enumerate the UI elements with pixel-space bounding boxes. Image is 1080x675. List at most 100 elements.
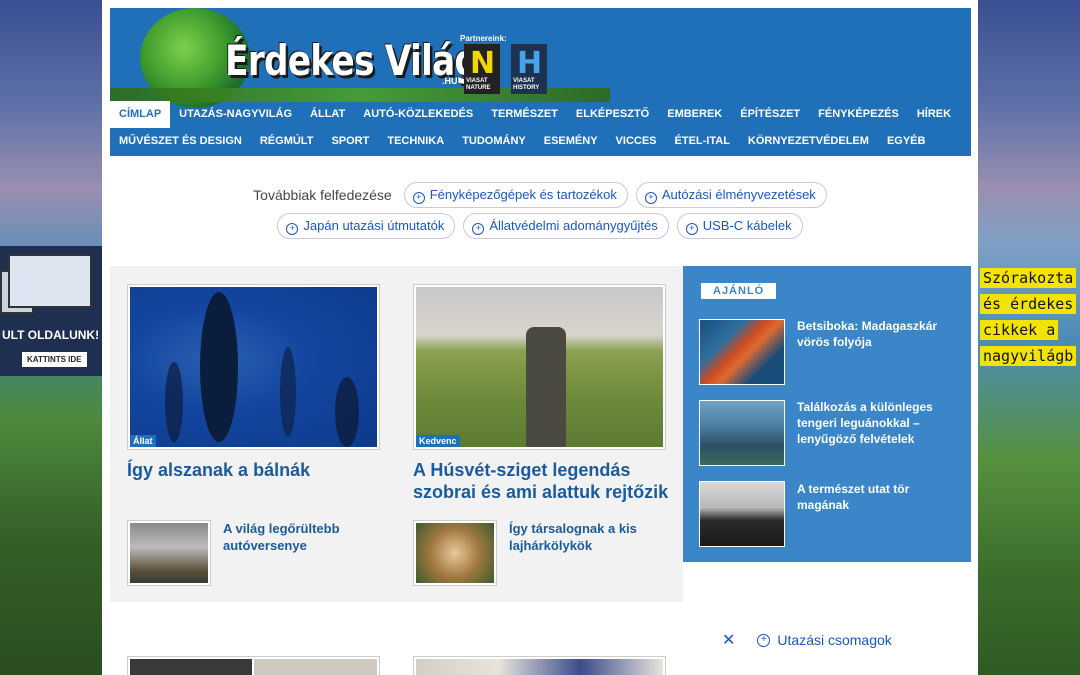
nav-item-sport[interactable]: SPORT: [322, 128, 378, 155]
partner-letter: H: [517, 46, 543, 81]
plus-circle-icon: +: [685, 223, 698, 235]
explore-suggestions: Továbbiak felfedezése + Fényképezőgépek é…: [102, 182, 978, 244]
main-navigation: CÍMLAP UTAZÁS-NAGYVILÁG ÁLLAT AUTÓ-KÖZLE…: [110, 101, 971, 156]
nav-item-esemeny[interactable]: ESEMÉNY: [535, 128, 607, 155]
left-ad-banner[interactable]: ULT OLDALUNK! KATTINTS IDE: [0, 246, 102, 376]
plus-circle-icon: +: [286, 223, 299, 235]
nav-item-allat[interactable]: ÁLLAT: [301, 101, 354, 128]
nav-item-epiteszet[interactable]: ÉPÍTÉSZET: [731, 101, 809, 128]
chip-label: Állatvédelmi adománygyűjtés: [489, 218, 658, 233]
nav-item-vicces[interactable]: VICCES: [607, 128, 666, 155]
nav-item-fenykepezes[interactable]: FÉNYKÉPEZÉS: [809, 101, 908, 128]
moai-statue-shape: [526, 327, 566, 447]
right-ad-line: cikkek a: [980, 320, 1059, 340]
article-title[interactable]: Így alszanak a bálnák: [127, 459, 387, 481]
article-title-small[interactable]: Így társalognak a kis lajhárkölykök: [509, 520, 669, 554]
right-ad-line: és érdekes: [980, 294, 1077, 314]
partner-label: VIASAT HISTORY: [513, 78, 540, 91]
nav-item-muveszet[interactable]: MŰVÉSZET ÉS DESIGN: [110, 128, 251, 155]
left-ad-button[interactable]: KATTINTS IDE: [22, 352, 87, 367]
sidebar-heading: AJÁNLÓ: [701, 283, 777, 299]
nav-item-utazas[interactable]: UTAZÁS-NAGYVILÁG: [170, 101, 301, 128]
plus-circle-icon: +: [412, 192, 425, 204]
nav-row-2: MŰVÉSZET ÉS DESIGN RÉGMÚLT SPORT TECHNIK…: [110, 128, 971, 155]
explore-label: Továbbiak felfedezése: [253, 187, 392, 203]
explore-chip[interactable]: + USB-C kábelek: [676, 213, 803, 239]
recommended-sidebar: AJÁNLÓ Betsiboka: Madagaszkár vörös foly…: [683, 266, 971, 562]
left-ad-text: ULT OLDALUNK!: [2, 328, 100, 342]
left-background-ad[interactable]: ULT OLDALUNK! KATTINTS IDE: [0, 0, 102, 675]
site-header: Érdekes Világ .HU Partnereink: N VIASAT …: [110, 8, 971, 156]
right-ad-line: Szórakozta: [980, 268, 1077, 288]
race-image: [130, 523, 208, 583]
article-card-easter-island[interactable]: Kedvenc: [413, 284, 666, 450]
site-logo[interactable]: Érdekes Világ .HU Partnereink: N VIASAT …: [110, 8, 610, 108]
category-tag[interactable]: Kedvenc: [416, 435, 460, 447]
sidebar-item-title[interactable]: Betsiboka: Madagaszkár vörös folyója: [797, 318, 957, 350]
nav-row-1: CÍMLAP UTAZÁS-NAGYVILÁG ÁLLAT AUTÓ-KÖZLE…: [110, 101, 971, 128]
nav-item-regmult[interactable]: RÉGMÚLT: [251, 128, 323, 155]
bottom-suggestion-bar: ✕ + Utazási csomagok: [722, 628, 972, 652]
whale-image: [130, 287, 377, 447]
sidebar-thumb-betsiboka[interactable]: [699, 319, 785, 385]
explore-chip[interactable]: + Fényképezőgépek és tartozékok: [403, 182, 628, 208]
logo-suffix: .HU: [442, 76, 458, 86]
article-title-small[interactable]: A világ legőrültebb autóversenye: [223, 520, 373, 554]
nav-item-emberek[interactable]: EMBEREK: [658, 101, 731, 128]
nav-item-auto[interactable]: AUTÓ-KÖZLEKEDÉS: [354, 101, 482, 128]
page: Érdekes Világ .HU Partnereink: N VIASAT …: [102, 0, 978, 675]
article-title[interactable]: A Húsvét-sziget legendás szobrai és ami …: [413, 459, 673, 503]
plus-circle-icon: +: [472, 223, 485, 235]
article-card-peek[interactable]: [413, 656, 666, 675]
explore-row-1: Továbbiak felfedezése + Fényképezőgépek é…: [102, 182, 978, 208]
nav-item-egyeb[interactable]: EGYÉB: [878, 128, 935, 155]
article-thumb-sloth[interactable]: [413, 520, 497, 586]
right-ad-line: nagyvilágb: [980, 346, 1077, 366]
nav-item-etel-ital[interactable]: ÉTEL-ITAL: [666, 128, 739, 155]
easter-island-image: [416, 287, 663, 447]
sidebar-thumb-iguanas[interactable]: [699, 400, 785, 466]
chip-label: Autózási élményvezetések: [661, 187, 816, 202]
nav-item-tudomany[interactable]: TUDOMÁNY: [453, 128, 535, 155]
ad-monitor-graphic: [8, 254, 92, 308]
nav-item-termeszet[interactable]: TERMÉSZET: [482, 101, 567, 128]
category-tag[interactable]: Állat: [130, 435, 156, 447]
nav-item-cimlap[interactable]: CÍMLAP: [110, 101, 171, 128]
plus-circle-icon: +: [757, 633, 771, 647]
partner-letter: N: [470, 46, 496, 81]
explore-chip[interactable]: + Autózási élményvezetések: [635, 182, 827, 208]
nav-item-hirek[interactable]: HÍREK: [908, 101, 960, 128]
peek-image: [130, 659, 252, 675]
article-card-whales[interactable]: Állat: [127, 284, 380, 450]
explore-chip[interactable]: + Állatvédelmi adománygyűjtés: [463, 213, 669, 239]
bottom-suggestion-chip[interactable]: + Utazási csomagok: [757, 632, 892, 648]
partner-viasat-history[interactable]: H VIASAT HISTORY: [511, 44, 547, 94]
explore-row-2: + Japán utazási útmutatók + Állatvédelmi a…: [102, 213, 978, 239]
whale-shape: [200, 292, 238, 442]
nav-item-elkepeszto[interactable]: ELKÉPESZTŐ: [567, 101, 658, 128]
sloth-image: [416, 523, 494, 583]
whale-shape: [165, 362, 183, 442]
whale-shape: [280, 347, 296, 437]
chip-label: USB-C kábelek: [702, 218, 792, 233]
peek-image: [416, 659, 663, 675]
sidebar-item-title[interactable]: A természet utat tör magának: [797, 481, 957, 513]
article-card-peek[interactable]: [127, 656, 380, 675]
close-icon[interactable]: ✕: [722, 630, 735, 650]
chip-label: Fényképezőgépek és tartozékok: [429, 187, 617, 202]
partner-label: VIASAT NATURE: [466, 78, 491, 91]
plus-circle-icon: +: [644, 192, 657, 204]
chip-label: Japán utazási útmutatók: [303, 218, 445, 233]
whale-shape: [335, 377, 359, 447]
sidebar-item-title[interactable]: Találkozás a különleges tengeri leguánok…: [797, 399, 957, 447]
article-thumb-race[interactable]: [127, 520, 211, 586]
explore-chip[interactable]: + Japán utazási útmutatók: [277, 213, 456, 239]
chip-label: Utazási csomagok: [777, 632, 892, 648]
nav-item-technika[interactable]: TECHNIKA: [378, 128, 453, 155]
logo-text: Érdekes Világ: [225, 36, 479, 85]
nav-item-kornyezetvedelem[interactable]: KÖRNYEZETVÉDELEM: [739, 128, 878, 155]
sidebar-thumb-nature[interactable]: [699, 481, 785, 547]
right-ad-tagline[interactable]: Szórakozta és érdekes cikkek a nagyvilág…: [980, 268, 1080, 372]
partners-label: Partnereink:: [460, 34, 507, 43]
partner-viasat-nature[interactable]: N VIASAT NATURE: [464, 44, 500, 94]
